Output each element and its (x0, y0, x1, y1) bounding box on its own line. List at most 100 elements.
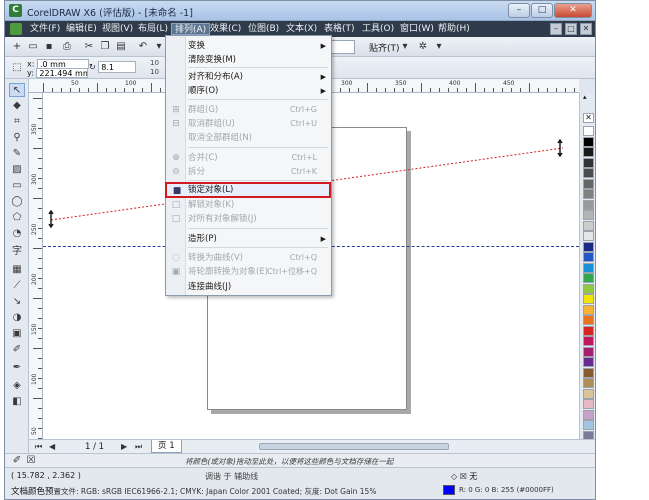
copy-icon[interactable]: ❐ (99, 41, 111, 53)
color-swatch[interactable] (583, 273, 594, 283)
close-button[interactable]: ✕ (554, 3, 592, 18)
color-swatch[interactable] (583, 136, 594, 147)
document-color-profile[interactable]: 文档颜色预置文件: RGB: sRGB IEC61966-2.1; CMYK: … (11, 485, 376, 497)
table-tool-icon[interactable]: ▦ (9, 263, 25, 277)
menu-item-transform[interactable]: 变换 ▶ (166, 39, 331, 53)
color-swatch[interactable] (583, 157, 594, 168)
polygon-tool-icon[interactable]: ⬠ (9, 211, 25, 225)
shape-tool-icon[interactable]: ◆ (9, 99, 25, 113)
nudge-value-b[interactable]: 10 (150, 68, 159, 76)
crop-tool-icon[interactable]: ⌗ (9, 115, 25, 129)
snap-dropdown-arrow-icon[interactable]: ▾ (399, 41, 411, 53)
color-swatch[interactable] (583, 420, 594, 430)
menu-tools[interactable]: 工具(O) (359, 23, 397, 35)
undo-icon[interactable]: ↶ (137, 41, 149, 53)
last-page-icon[interactable]: ⏭ (135, 442, 142, 452)
color-swatch[interactable] (583, 336, 594, 346)
color-swatch[interactable] (583, 189, 594, 199)
freehand-tool-icon[interactable]: ✎ (9, 147, 25, 161)
menu-text[interactable]: 文本(X) (283, 23, 320, 35)
open-icon[interactable]: ▭ (27, 41, 39, 53)
menu-item-unlock-all-objects[interactable]: □ 对所有对象解锁(J) (166, 212, 331, 226)
interactive-blend-tool-icon[interactable]: ◑ (9, 311, 25, 325)
menu-item-align-distribute[interactable]: 对齐和分布(A) ▶ (166, 70, 331, 84)
doc-close-button[interactable]: ✕ (580, 23, 592, 35)
menu-item-combine[interactable]: ⊕ 合并(C) Ctrl+L (166, 151, 331, 165)
color-swatch[interactable] (583, 388, 594, 399)
color-swatch[interactable] (583, 315, 594, 325)
menu-item-ungroup-all[interactable]: 取消全部群组(N) (166, 131, 331, 145)
paste-icon[interactable]: ▤ (115, 41, 127, 53)
minimize-button[interactable]: – (508, 3, 530, 18)
cut-icon[interactable]: ✂ (83, 41, 95, 53)
first-page-icon[interactable]: ⏮ (35, 442, 42, 452)
menu-item-ungroup[interactable]: ⊟ 取消群组(U) Ctrl+U (166, 117, 331, 131)
doc-minimize-button[interactable]: – (550, 23, 562, 35)
menu-view[interactable]: 视图(V) (99, 23, 136, 35)
menu-item-group[interactable]: ⊞ 群组(G) Ctrl+G (166, 103, 331, 117)
text-tool-icon[interactable]: 字 (9, 245, 25, 259)
menu-item-order[interactable]: 顺序(O) ▶ (166, 84, 331, 98)
nudge-value-a[interactable]: 10 (150, 59, 159, 67)
color-swatch[interactable] (583, 199, 594, 210)
menu-bitmaps[interactable]: 位图(B) (245, 23, 282, 35)
zoom-tool-icon[interactable]: ⚲ (9, 131, 25, 145)
save-icon[interactable]: ▪ (43, 41, 55, 53)
doc-restore-button[interactable]: □ (565, 23, 577, 35)
color-swatch[interactable] (583, 399, 594, 409)
palette-scroll-up-icon[interactable]: ▴ (583, 93, 587, 101)
horizontal-scrollbar-thumb[interactable] (259, 443, 449, 450)
menu-item-unlock-object[interactable]: □ 解锁对象(K) (166, 198, 331, 212)
eyedropper-icon[interactable]: ✐ (11, 455, 23, 467)
page-size-icon[interactable]: ⬚ (11, 62, 23, 74)
color-swatch[interactable] (583, 241, 594, 252)
new-icon[interactable]: + (11, 41, 23, 53)
color-swatch[interactable] (583, 409, 594, 420)
color-swatch[interactable] (583, 367, 594, 378)
page-tab[interactable]: 页 1 (151, 440, 182, 453)
ellipse-tool-icon[interactable]: ◯ (9, 195, 25, 209)
connector-tool-icon[interactable]: ↘ (9, 295, 25, 309)
print-icon[interactable]: ⎙ (61, 41, 73, 53)
color-swatch[interactable] (583, 294, 594, 304)
vertical-ruler[interactable]: 350 300 250 200 150 100 50 (29, 93, 43, 439)
color-swatch[interactable] (583, 304, 594, 315)
color-swatch[interactable] (583, 283, 594, 294)
menu-item-join-curves[interactable]: 连接曲线(J) (166, 280, 331, 294)
menu-item-lock-object[interactable]: ■ 锁定对象(L) (165, 182, 331, 198)
no-fill-icon[interactable]: ☒ (25, 455, 37, 467)
guide-rotate-handle-right[interactable] (557, 138, 563, 158)
interactive-fill-tool-icon[interactable]: ◧ (9, 395, 25, 409)
rotation-angle-field[interactable] (98, 61, 137, 73)
document-system-icon[interactable] (10, 23, 22, 35)
y-position-field[interactable] (36, 68, 89, 78)
menu-table[interactable]: 表格(T) (321, 23, 358, 35)
menu-item-convert-outline-to-object[interactable]: ▣ 将轮廓转换为对象(E) Ctrl+位移+Q (166, 265, 331, 279)
menu-item-convert-to-curves[interactable]: ◌ 转换为曲线(V) Ctrl+Q (166, 251, 331, 265)
color-swatch[interactable] (583, 220, 594, 231)
color-swatch[interactable] (583, 252, 594, 262)
eyedropper-tool-icon[interactable]: ✐ (9, 343, 25, 357)
menu-edit[interactable]: 编辑(E) (63, 23, 100, 35)
color-swatch[interactable] (583, 231, 594, 241)
menu-help[interactable]: 帮助(H) (435, 23, 473, 35)
menu-item-shaping[interactable]: 造形(P) ▶ (166, 232, 331, 246)
color-swatch[interactable] (583, 178, 594, 189)
rectangle-tool-icon[interactable]: ▭ (9, 179, 25, 193)
color-swatch[interactable] (583, 346, 594, 357)
dimension-tool-icon[interactable]: ⟋ (9, 279, 25, 293)
menu-layout[interactable]: 布局(L) (135, 23, 171, 35)
menu-file[interactable]: 文件(F) (27, 23, 63, 35)
guide-rotate-handle-left[interactable] (48, 209, 54, 229)
undo-dropdown-icon[interactable]: ▾ (153, 41, 165, 53)
snap-to-dropdown[interactable]: 贴齐(T) (369, 41, 400, 54)
menu-window[interactable]: 窗口(W) (397, 23, 437, 35)
color-swatch[interactable] (583, 210, 594, 220)
transparency-tool-icon[interactable]: ▣ (9, 327, 25, 341)
menu-arrange[interactable]: 排列(A) (171, 23, 211, 35)
color-swatch[interactable] (583, 378, 594, 388)
color-swatch[interactable] (583, 147, 594, 157)
pick-tool-icon[interactable]: ↖ (9, 83, 25, 97)
color-swatch[interactable] (583, 126, 594, 136)
color-swatch[interactable] (583, 357, 594, 367)
